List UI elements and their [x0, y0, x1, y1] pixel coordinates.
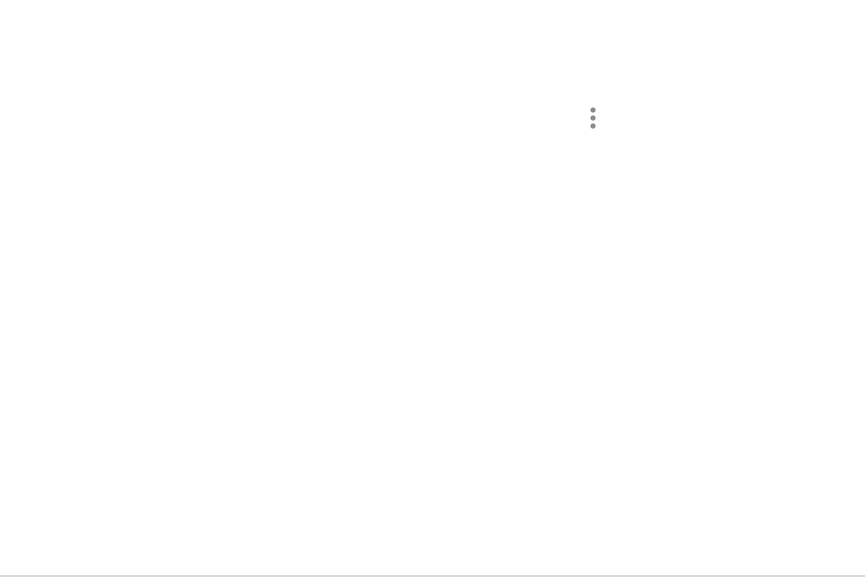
more-vert-icon-dot-middle: [590, 115, 596, 121]
more-vert-icon-dot-bottom: [590, 123, 596, 129]
more-vert-icon-dot-top: [590, 107, 596, 113]
app-screen: [0, 0, 865, 577]
more-vert-icon: [590, 107, 596, 129]
more-options-button[interactable]: [581, 105, 605, 131]
